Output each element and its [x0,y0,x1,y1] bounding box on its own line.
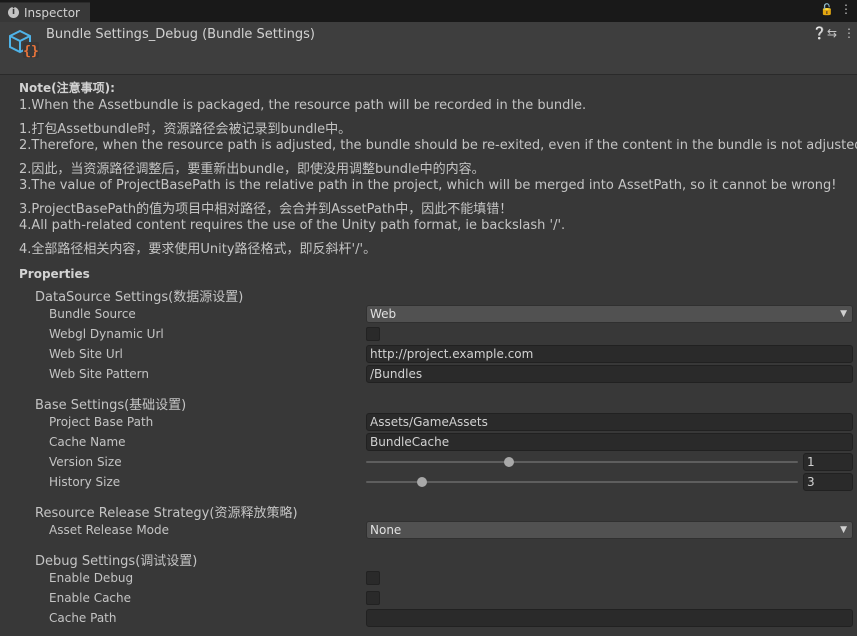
note-line: 1.When the Assetbundle is packaged, the … [19,98,587,113]
version-size-slider-thumb[interactable] [503,457,514,467]
version-size-label: Version Size [49,455,122,469]
history-size-label: History Size [49,475,121,489]
chevron-down-icon: ▼ [840,309,847,319]
note-line: 4.全部路径相关内容，要求使用Unity路径格式，即反斜杆'/'。 [19,242,377,257]
web-site-pattern-field[interactable]: /Bundles [366,365,853,383]
web-site-pattern-label: Web Site Pattern [49,367,150,381]
more-menu-icon[interactable]: ⋮ [840,2,852,16]
note-title: Note(注意事项): [19,81,115,95]
page-title: Bundle Settings_Debug (Bundle Settings) [46,27,315,42]
history-size-slider-thumb[interactable] [417,477,428,487]
history-size-field[interactable]: 3 [803,473,853,491]
presets-icon[interactable]: ⇆ [827,26,837,40]
inspector-header: {} Bundle Settings_Debug (Bundle Setting… [0,22,857,75]
datasource-settings-title: DataSource Settings(数据源设置) [35,290,244,305]
chevron-down-icon: ▼ [840,525,847,535]
cache-name-field[interactable]: BundleCache [366,433,853,451]
enable-cache-checkbox[interactable] [366,591,380,605]
enable-debug-label: Enable Debug [49,571,134,585]
history-size-slider[interactable] [366,481,798,483]
svg-text:{}: {} [23,44,39,59]
resource-release-strategy-title: Resource Release Strategy(资源释放策略) [35,506,298,521]
bundle-source-value: Web [370,307,397,321]
bundle-source-dropdown[interactable]: Web ▼ [366,305,853,323]
base-settings-title: Base Settings(基础设置) [35,398,187,413]
web-site-url-label: Web Site Url [49,347,123,361]
properties-title: Properties [19,267,90,281]
tab-label: Inspector [24,6,80,20]
asset-release-mode-dropdown[interactable]: None ▼ [366,521,853,539]
enable-cache-label: Enable Cache [49,591,132,605]
note-line: 3.ProjectBasePath的值为项目中相对路径，会合并到AssetPat… [19,202,513,217]
cache-path-field[interactable] [366,609,853,627]
lock-icon[interactable]: 🔓 [820,3,834,16]
project-base-path-label: Project Base Path [49,415,154,429]
cache-name-label: Cache Name [49,435,126,449]
project-base-path-field[interactable]: Assets/GameAssets [366,413,853,431]
context-menu-icon[interactable]: ⋮ [843,26,855,40]
note-line: 2.因此，当资源路径调整后，要重新出bundle，即使没用调整bundle中的内… [19,162,485,177]
debug-settings-title: Debug Settings(调试设置) [35,554,198,569]
scriptable-object-icon: {} [9,29,39,59]
webgl-dynamic-url-checkbox[interactable] [366,327,380,341]
version-size-field[interactable]: 1 [803,453,853,471]
bundle-source-label: Bundle Source [49,307,136,321]
info-icon: i [8,7,19,18]
note-line: 4.All path-related content requires the … [19,218,566,233]
webgl-dynamic-url-label: Webgl Dynamic Url [49,327,164,341]
enable-debug-checkbox[interactable] [366,571,380,585]
asset-release-mode-value: None [370,523,402,537]
asset-release-mode-label: Asset Release Mode [49,523,170,537]
tab-bar: i Inspector 🔓 ⋮ [0,0,857,22]
note-line: 1.打包Assetbundle时，资源路径会被记录到bundle中。 [19,122,352,137]
tab-inspector[interactable]: i Inspector [0,2,90,22]
note-line: 2.Therefore, when the resource path is a… [19,138,857,153]
help-icon[interactable]: ❔ [812,26,827,40]
cache-path-label: Cache Path [49,611,117,625]
note-line: 3.The value of ProjectBasePath is the re… [19,178,837,193]
version-size-slider[interactable] [366,461,798,463]
web-site-url-field[interactable]: http://project.example.com [366,345,853,363]
